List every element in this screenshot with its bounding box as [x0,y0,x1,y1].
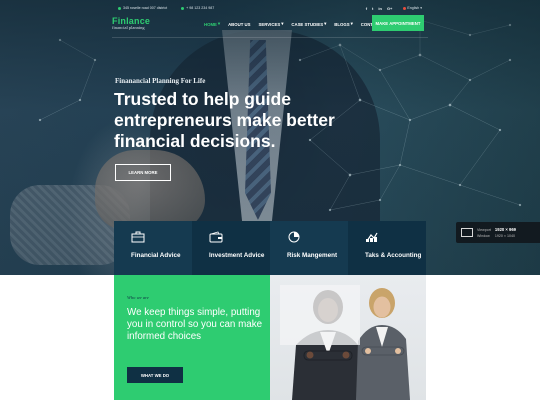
service-card-risk-management[interactable]: Risk Mangement [270,221,348,275]
viewport-label: Viewport [477,227,491,232]
viewport-values: 1920 × 969 1920 × 1040 [495,227,516,239]
language-selector[interactable]: English ▾ [403,6,422,10]
chevron-down-icon: ▾ [281,21,284,26]
address-text: 345 roselle road 007 district [123,6,168,10]
address-info: 345 roselle road 007 district [118,6,167,10]
viewport-badge: Viewport Window 1920 × 969 1920 × 1040 [456,222,540,243]
chevron-down-icon: ▾ [324,21,327,26]
viewport-value: 1920 × 969 [494,226,516,232]
calculator-icon [366,232,378,242]
hero-eyebrow: Finanancial Planning For Life [115,77,206,85]
chevron-down-icon: ▾ [350,21,353,26]
monitor-icon [461,228,473,237]
services-strip: Financial Advice Investment Advice Risk … [114,221,426,275]
nav-item-home[interactable]: HOME ▾ [200,21,224,27]
linkedin-icon[interactable]: in [378,6,382,11]
service-label: Financial Advice [131,252,181,259]
location-icon [118,6,121,10]
top-bar-right: f t in G+ English ▾ [366,6,422,11]
wallet-icon [209,231,223,243]
pie-chart-icon [288,231,300,243]
briefcase-icon [131,231,145,243]
nav-item-blogs[interactable]: BLOGS ▾ [330,21,356,27]
flag-icon [403,6,407,10]
nav-item-label: ABOUT US [228,21,251,27]
phone-info: + 98 123 234 987 [181,6,214,10]
nav-item-label: HOME [204,21,217,27]
chevron-down-icon: ▾ [420,6,422,10]
google-plus-icon[interactable]: G+ [387,6,392,11]
service-card-investment-advice[interactable]: Investment Advice [192,221,270,275]
nav-item-case-studies[interactable]: CASE STUDIES ▾ [287,21,330,27]
top-bar: 345 roselle road 007 district + 98 123 2… [118,4,422,12]
facebook-icon[interactable]: f [366,6,367,11]
hero-headline: Trusted to help guide entrepreneurs make… [114,89,335,151]
nav-divider [112,37,428,38]
language-label: English [407,6,420,10]
window-label: Window [477,233,490,238]
nav-item-label: SERVICES [258,21,281,27]
service-card-tax-accounting[interactable]: Taks & Accounting [348,221,426,275]
nav-item-about[interactable]: ABOUT US [224,21,254,27]
nav-item-label: BLOGS [334,21,350,27]
service-label: Taks & Accounting [365,252,422,259]
phone-icon [181,6,185,10]
phone-text: + 98 123 234 987 [186,6,215,10]
photo-whiteboard [280,285,360,345]
nav-item-services[interactable]: SERVICES ▾ [255,21,288,27]
what-we-do-button[interactable]: WHAT WE DO [127,367,183,383]
about-eyebrow: Who we are [127,295,149,300]
service-label: Risk Mangement [287,252,338,259]
brand-tagline: financial planning [112,25,145,30]
about-text: We keep things simple, putting you in co… [127,307,263,342]
nav-item-label: CASE STUDIES [291,21,324,27]
twitter-icon[interactable]: t [372,6,373,11]
learn-more-button[interactable]: LEARN MORE [115,164,171,181]
service-label: Investment Advice [209,252,265,259]
team-photo [270,275,426,400]
viewport-labels: Viewport Window [477,227,491,239]
window-value: 1920 × 1040 [494,233,516,238]
about-panel: Who we are We keep things simple, puttin… [114,275,270,400]
chevron-down-icon: ▾ [217,21,221,26]
main-nav: HOME ▾ ABOUT US SERVICES ▾ CASE STUDIES ▾ B… [200,21,385,27]
make-appointment-button[interactable]: MAKE APPOINTMENT [372,15,424,31]
service-card-financial-advice[interactable]: Financial Advice [114,221,192,275]
brand-logo[interactable]: Finlance financial planning [112,16,150,30]
